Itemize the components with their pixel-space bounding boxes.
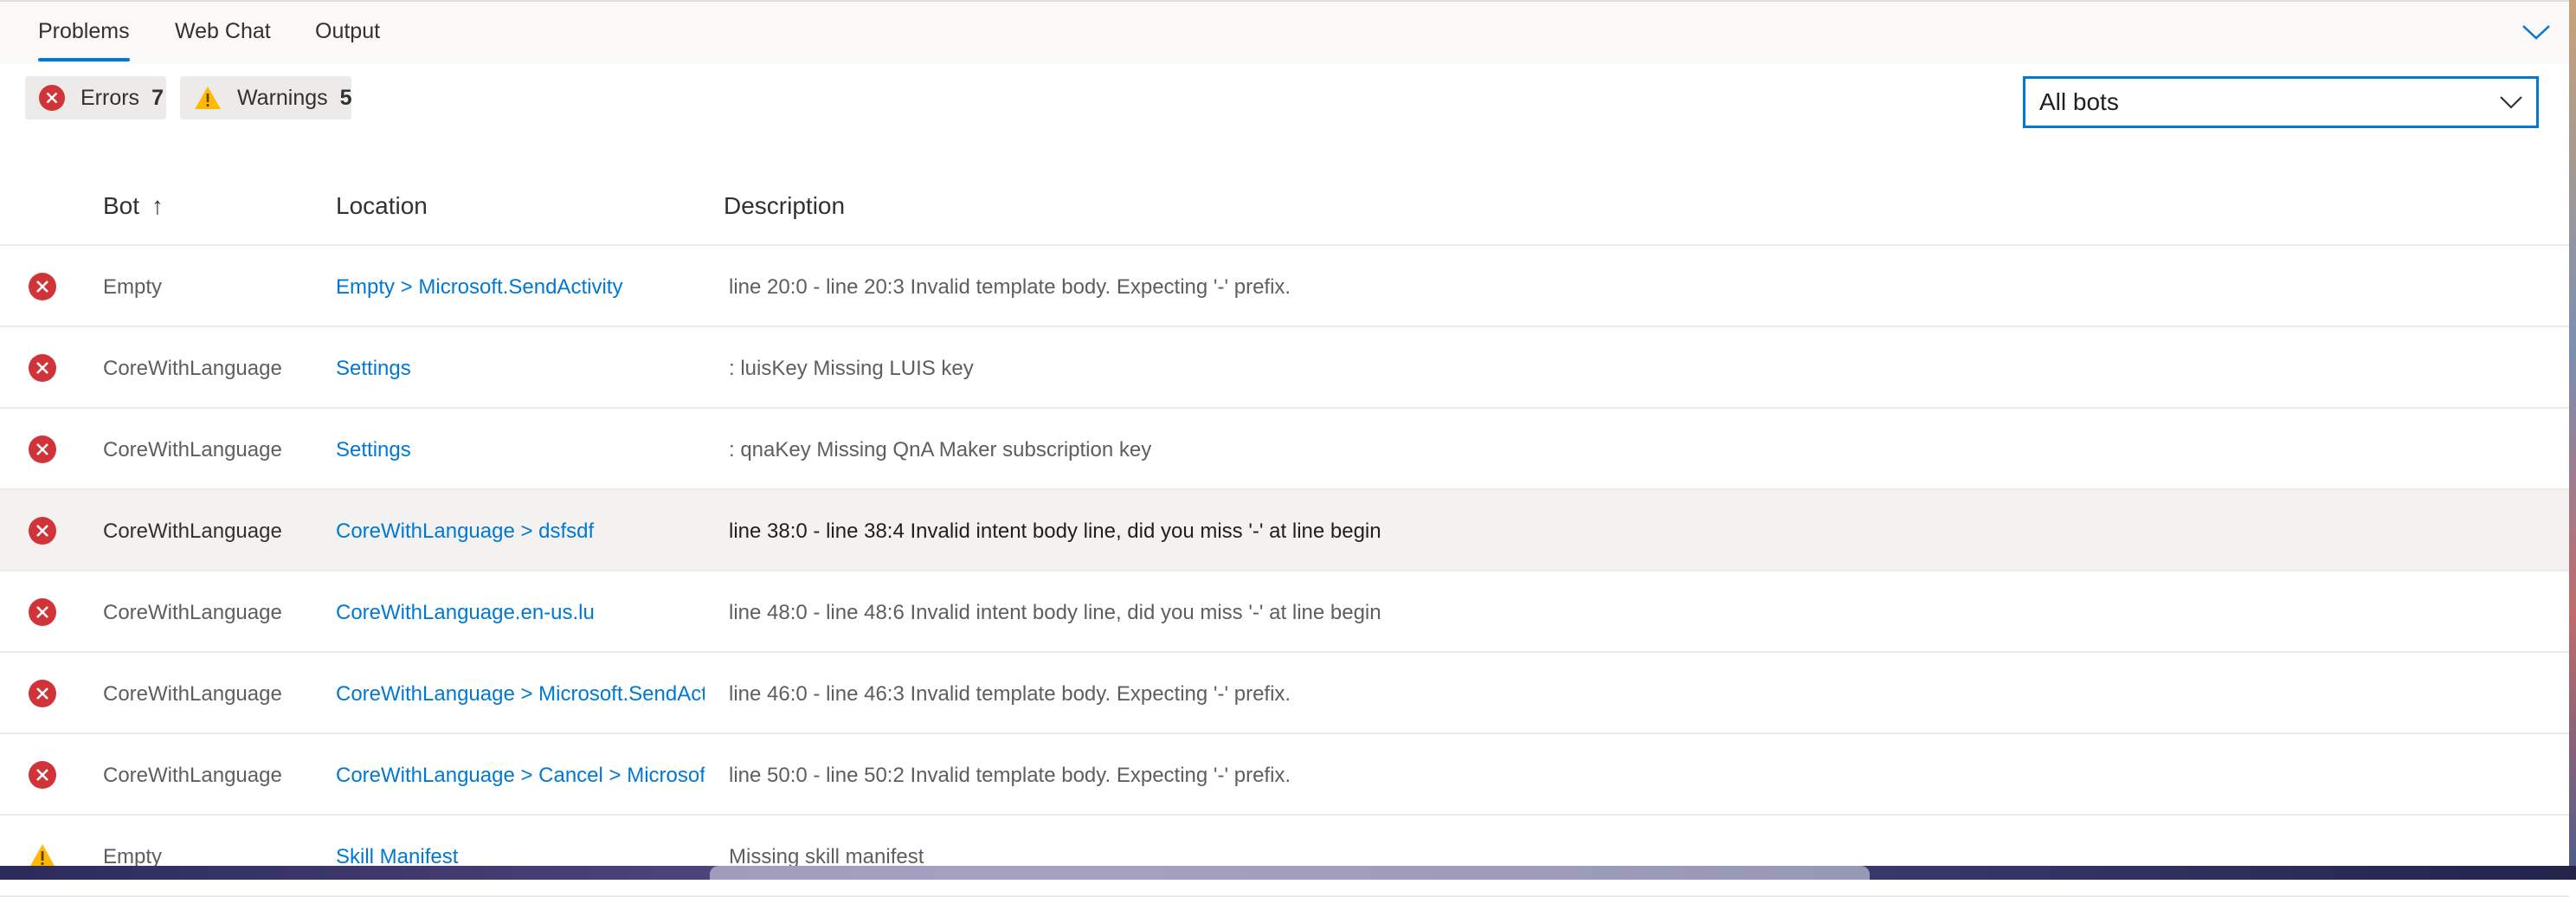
tab-output[interactable]: Output <box>315 19 380 44</box>
row-bot-name: CoreWithLanguage <box>103 764 282 787</box>
errors-filter-button[interactable]: Errors 7 <box>25 76 166 119</box>
warning-icon <box>194 85 222 111</box>
row-bot-name: CoreWithLanguage <box>103 357 282 380</box>
error-icon <box>28 516 57 545</box>
table-row[interactable]: Empty Empty > Microsoft.SendActivity lin… <box>0 246 2569 327</box>
bot-filter-value: All bots <box>2039 88 2119 115</box>
table-row[interactable]: CoreWithLanguage Settings : luisKey Miss… <box>0 327 2569 409</box>
row-location-link[interactable]: Empty > Microsoft.SendActivity <box>336 275 705 300</box>
table-row[interactable]: CoreWithLanguage CoreWithLanguage > Canc… <box>0 734 2569 816</box>
row-description: line 50:0 - line 50:2 Invalid template b… <box>729 764 1291 787</box>
row-location-link[interactable]: CoreWithLanguage.en-us.lu <box>336 601 705 625</box>
sort-ascending-icon: ↑ <box>151 192 164 219</box>
chevron-down-icon <box>2500 96 2522 109</box>
errors-count: 7 <box>151 85 164 110</box>
error-icon <box>28 679 57 708</box>
warnings-count: 5 <box>339 85 352 110</box>
row-location-link[interactable]: CoreWithLanguage > dsfsdf <box>336 519 705 544</box>
row-bot-name: CoreWithLanguage <box>103 601 282 624</box>
error-icon <box>28 435 57 464</box>
row-description: line 20:0 - line 20:3 Invalid template b… <box>729 275 1291 299</box>
row-bot-name: CoreWithLanguage <box>103 519 282 543</box>
row-location-link[interactable]: Settings <box>336 357 705 381</box>
collapse-panel-button[interactable] <box>2521 19 2552 45</box>
error-icon <box>28 272 57 301</box>
row-location-link[interactable]: CoreWithLanguage > Cancel > Microsof <box>336 764 705 788</box>
warnings-filter-label: Warnings <box>237 85 328 110</box>
row-bot-name: CoreWithLanguage <box>103 682 282 706</box>
tab-web-chat[interactable]: Web Chat <box>175 19 271 44</box>
errors-filter-label: Errors <box>80 85 140 110</box>
column-header-bot[interactable]: Bot ↑ <box>103 192 164 220</box>
error-icon <box>39 85 65 111</box>
error-icon <box>28 353 57 383</box>
row-location-link[interactable]: CoreWithLanguage > Microsoft.SendAct <box>336 682 705 707</box>
panel-tab-bar: Problems Web Chat Output <box>0 0 2569 64</box>
desktop-background-edge <box>2569 0 2576 880</box>
table-row[interactable]: CoreWithLanguage Settings : qnaKey Missi… <box>0 409 2569 490</box>
row-description: line 46:0 - line 46:3 Invalid template b… <box>729 682 1291 706</box>
column-header-location[interactable]: Location <box>336 192 428 220</box>
row-description: : qnaKey Missing QnA Maker subscription … <box>729 438 1152 461</box>
row-description: : luisKey Missing LUIS key <box>729 357 974 380</box>
column-header-description[interactable]: Description <box>724 192 845 220</box>
tab-problems[interactable]: Problems <box>38 19 130 61</box>
dock <box>710 866 1870 880</box>
row-bot-name: Empty <box>103 275 163 299</box>
warnings-filter-button[interactable]: Warnings 5 <box>180 76 352 119</box>
chevron-down-icon <box>2522 25 2550 40</box>
row-bot-name: CoreWithLanguage <box>103 438 282 461</box>
table-row[interactable]: CoreWithLanguage CoreWithLanguage > dsfs… <box>0 490 2569 571</box>
table-row[interactable]: Empty Skill Manifest Missing skill manif… <box>0 816 2569 897</box>
row-description: line 48:0 - line 48:6 Invalid intent bod… <box>729 601 1381 624</box>
row-description: line 38:0 - line 38:4 Invalid intent bod… <box>729 519 1381 543</box>
table-row[interactable]: CoreWithLanguage CoreWithLanguage.en-us.… <box>0 571 2569 653</box>
problems-table-header: Bot ↑ Location Description <box>0 173 2569 246</box>
error-icon <box>28 597 57 627</box>
error-icon <box>28 760 57 790</box>
table-row[interactable]: CoreWithLanguage CoreWithLanguage > Micr… <box>0 653 2569 734</box>
bot-filter-dropdown[interactable]: All bots <box>2023 76 2539 128</box>
row-location-link[interactable]: Settings <box>336 438 705 462</box>
